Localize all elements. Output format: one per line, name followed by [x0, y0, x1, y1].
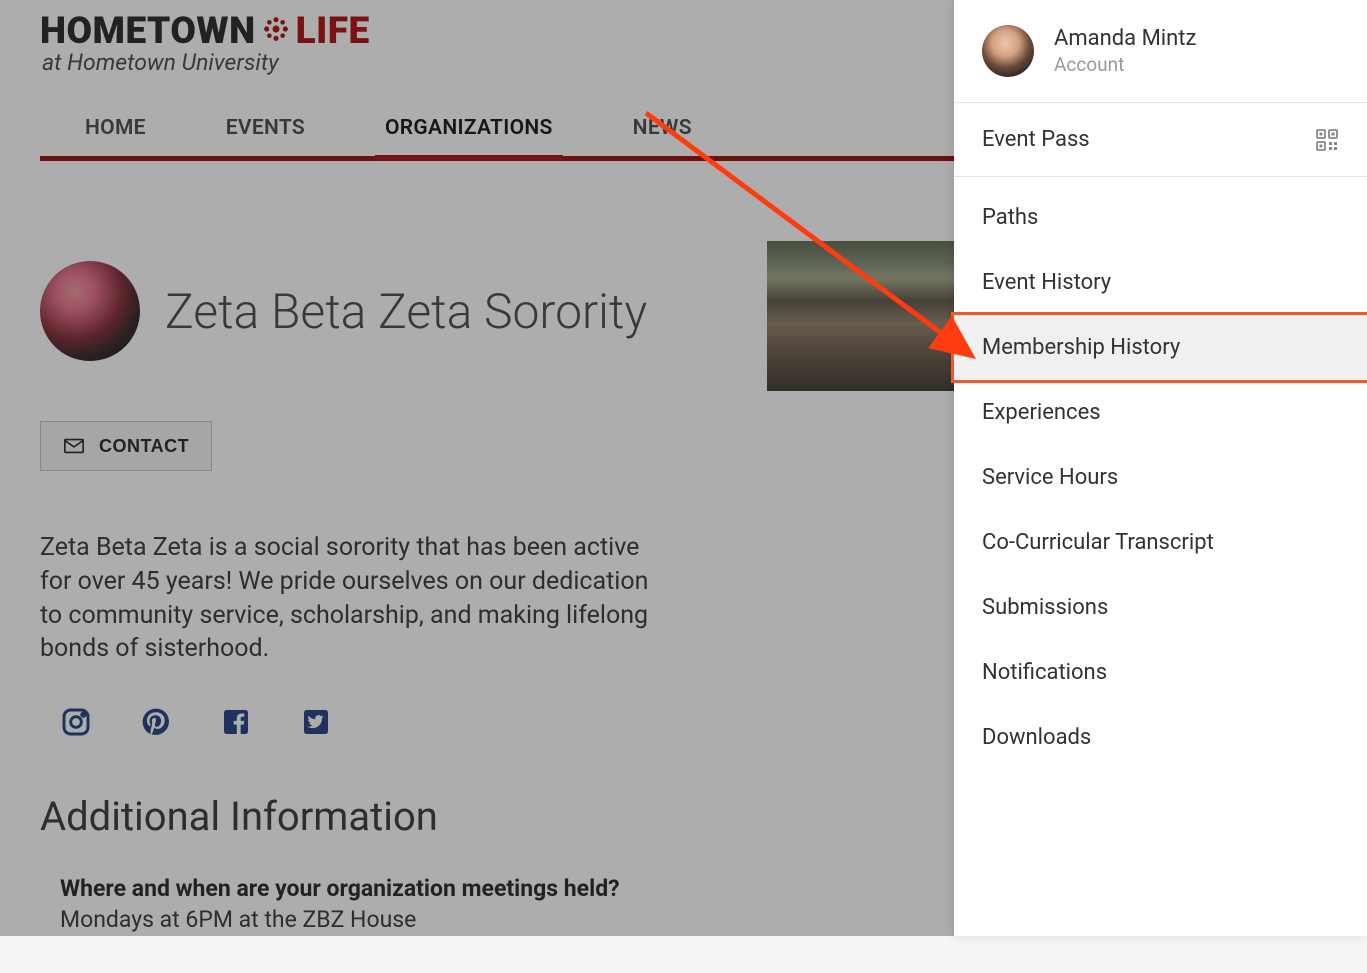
- facebook-icon[interactable]: [220, 706, 252, 738]
- sidebar-menu: Paths Event History Membership History E…: [954, 177, 1367, 770]
- logo-text-1: HOMETOWN: [40, 10, 256, 53]
- logo-text-2: LIFE: [296, 10, 370, 53]
- user-avatar: [982, 25, 1034, 77]
- org-title: Zeta Beta Zeta Sorority: [165, 283, 647, 340]
- nav-organizations[interactable]: ORGANIZATIONS: [375, 101, 563, 161]
- instagram-icon[interactable]: [60, 706, 92, 738]
- logo-burst-icon: [262, 15, 290, 43]
- sidebar-item-experiences[interactable]: Experiences: [954, 380, 1367, 445]
- sidebar-item-service-hours[interactable]: Service Hours: [954, 445, 1367, 510]
- sidebar-item-downloads[interactable]: Downloads: [954, 705, 1367, 770]
- sidebar-item-membership-history[interactable]: Membership History: [951, 312, 1367, 383]
- nav-news[interactable]: NEWS: [623, 101, 702, 156]
- user-name: Amanda Mintz: [1054, 26, 1196, 51]
- nav-events[interactable]: EVENTS: [216, 101, 315, 156]
- org-avatar: [40, 261, 140, 361]
- sidebar-event-pass[interactable]: Event Pass: [954, 103, 1367, 177]
- qr-code-icon: [1315, 128, 1339, 152]
- sidebar-item-submissions[interactable]: Submissions: [954, 575, 1367, 640]
- account-sidebar: Amanda Mintz Account Event Pass Paths Ev…: [954, 0, 1367, 936]
- twitter-icon[interactable]: [300, 706, 332, 738]
- contact-label: CONTACT: [99, 436, 189, 457]
- event-pass-label: Event Pass: [982, 127, 1090, 152]
- sidebar-item-co-curricular-transcript[interactable]: Co-Curricular Transcript: [954, 510, 1367, 575]
- org-description: Zeta Beta Zeta is a social sorority that…: [40, 531, 660, 666]
- contact-button[interactable]: CONTACT: [40, 421, 212, 471]
- nav-home[interactable]: HOME: [75, 101, 156, 156]
- sidebar-item-notifications[interactable]: Notifications: [954, 640, 1367, 705]
- sidebar-item-paths[interactable]: Paths: [954, 185, 1367, 250]
- user-account-label: Account: [1054, 53, 1196, 76]
- pinterest-icon[interactable]: [140, 706, 172, 738]
- sidebar-item-event-history[interactable]: Event History: [954, 250, 1367, 315]
- envelope-icon: [63, 435, 85, 457]
- sidebar-user-section[interactable]: Amanda Mintz Account: [954, 0, 1367, 103]
- user-info: Amanda Mintz Account: [1054, 26, 1196, 76]
